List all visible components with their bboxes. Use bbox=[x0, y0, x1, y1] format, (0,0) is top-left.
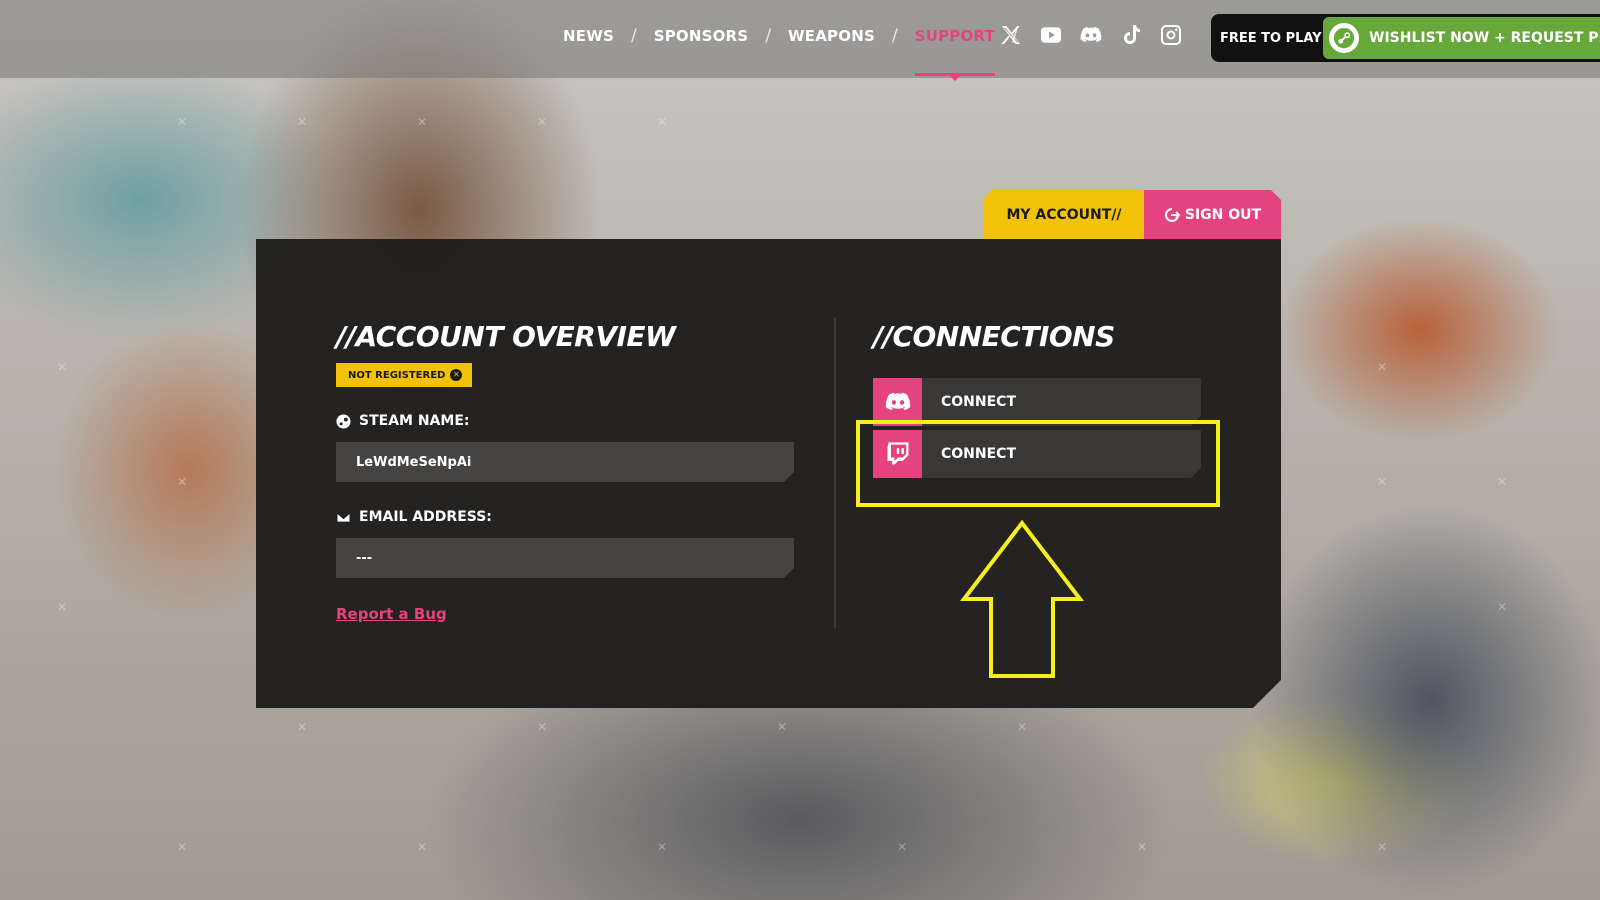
nav-separator: / bbox=[765, 26, 772, 46]
twitch-connect-label: CONNECT bbox=[941, 446, 1016, 462]
section-divider bbox=[834, 318, 836, 628]
nav-weapons[interactable]: WEAPONS bbox=[788, 27, 875, 45]
sign-out-label: SIGN OUT bbox=[1184, 206, 1262, 223]
social-links bbox=[998, 22, 1184, 48]
sign-out-icon bbox=[1164, 207, 1180, 223]
steam-name-label: STEAM NAME: bbox=[336, 413, 469, 429]
report-bug-link[interactable]: Report a Bug bbox=[336, 605, 447, 623]
top-navigation-bar: NEWS / SPONSORS / WEAPONS / SUPPORT / FR… bbox=[0, 0, 1600, 81]
twitch-icon bbox=[873, 430, 922, 478]
steam-name-label-text: STEAM NAME: bbox=[359, 413, 470, 429]
email-field: --- bbox=[336, 538, 794, 578]
nav-news[interactable]: NEWS bbox=[563, 27, 614, 45]
email-address-label: EMAIL ADDRESS: bbox=[336, 509, 492, 525]
discord-icon bbox=[873, 378, 922, 426]
nav-support[interactable]: SUPPORT bbox=[914, 27, 996, 81]
main-nav: NEWS / SPONSORS / WEAPONS / SUPPORT / bbox=[563, 26, 1035, 81]
sign-out-button[interactable]: SIGN OUT bbox=[1144, 190, 1281, 239]
wishlist-label: WISHLIST NOW + REQUEST PL bbox=[1369, 30, 1600, 46]
x-icon[interactable] bbox=[998, 22, 1024, 48]
discord-icon[interactable] bbox=[1078, 22, 1104, 48]
tiktok-icon[interactable] bbox=[1118, 22, 1144, 48]
steam-name-field: LeWdMeSeNpAi bbox=[336, 442, 794, 482]
steam-icon bbox=[1329, 23, 1359, 53]
nav-sponsors[interactable]: SPONSORS bbox=[654, 27, 749, 45]
x-circle-icon: ✕ bbox=[450, 369, 463, 381]
nav-separator: / bbox=[630, 26, 637, 46]
youtube-icon[interactable] bbox=[1038, 22, 1064, 48]
instagram-icon[interactable] bbox=[1158, 22, 1184, 48]
connections-heading: //CONNECTIONS bbox=[873, 320, 1115, 353]
wishlist-button[interactable]: WISHLIST NOW + REQUEST PL bbox=[1323, 17, 1600, 59]
status-badge: NOT REGISTERED ✕ bbox=[336, 363, 473, 387]
discord-connect-label: CONNECT bbox=[941, 394, 1016, 410]
steam-icon bbox=[336, 413, 351, 429]
tab-my-account[interactable]: MY ACCOUNT// bbox=[984, 190, 1144, 239]
status-badge-label: NOT REGISTERED bbox=[348, 369, 446, 381]
twitch-connect-button[interactable]: CONNECT bbox=[873, 430, 1201, 478]
account-overview-heading: //ACCOUNT OVERVIEW bbox=[336, 320, 676, 353]
free-to-play-label: FREE TO PLAY bbox=[1220, 30, 1322, 46]
email-address-label-text: EMAIL ADDRESS: bbox=[359, 509, 492, 525]
envelope-icon bbox=[336, 511, 351, 523]
play-cta: FREE TO PLAY WISHLIST NOW + REQUEST PL bbox=[1211, 14, 1600, 62]
discord-connect-button[interactable]: CONNECT bbox=[873, 378, 1201, 426]
nav-separator: / bbox=[891, 26, 898, 46]
